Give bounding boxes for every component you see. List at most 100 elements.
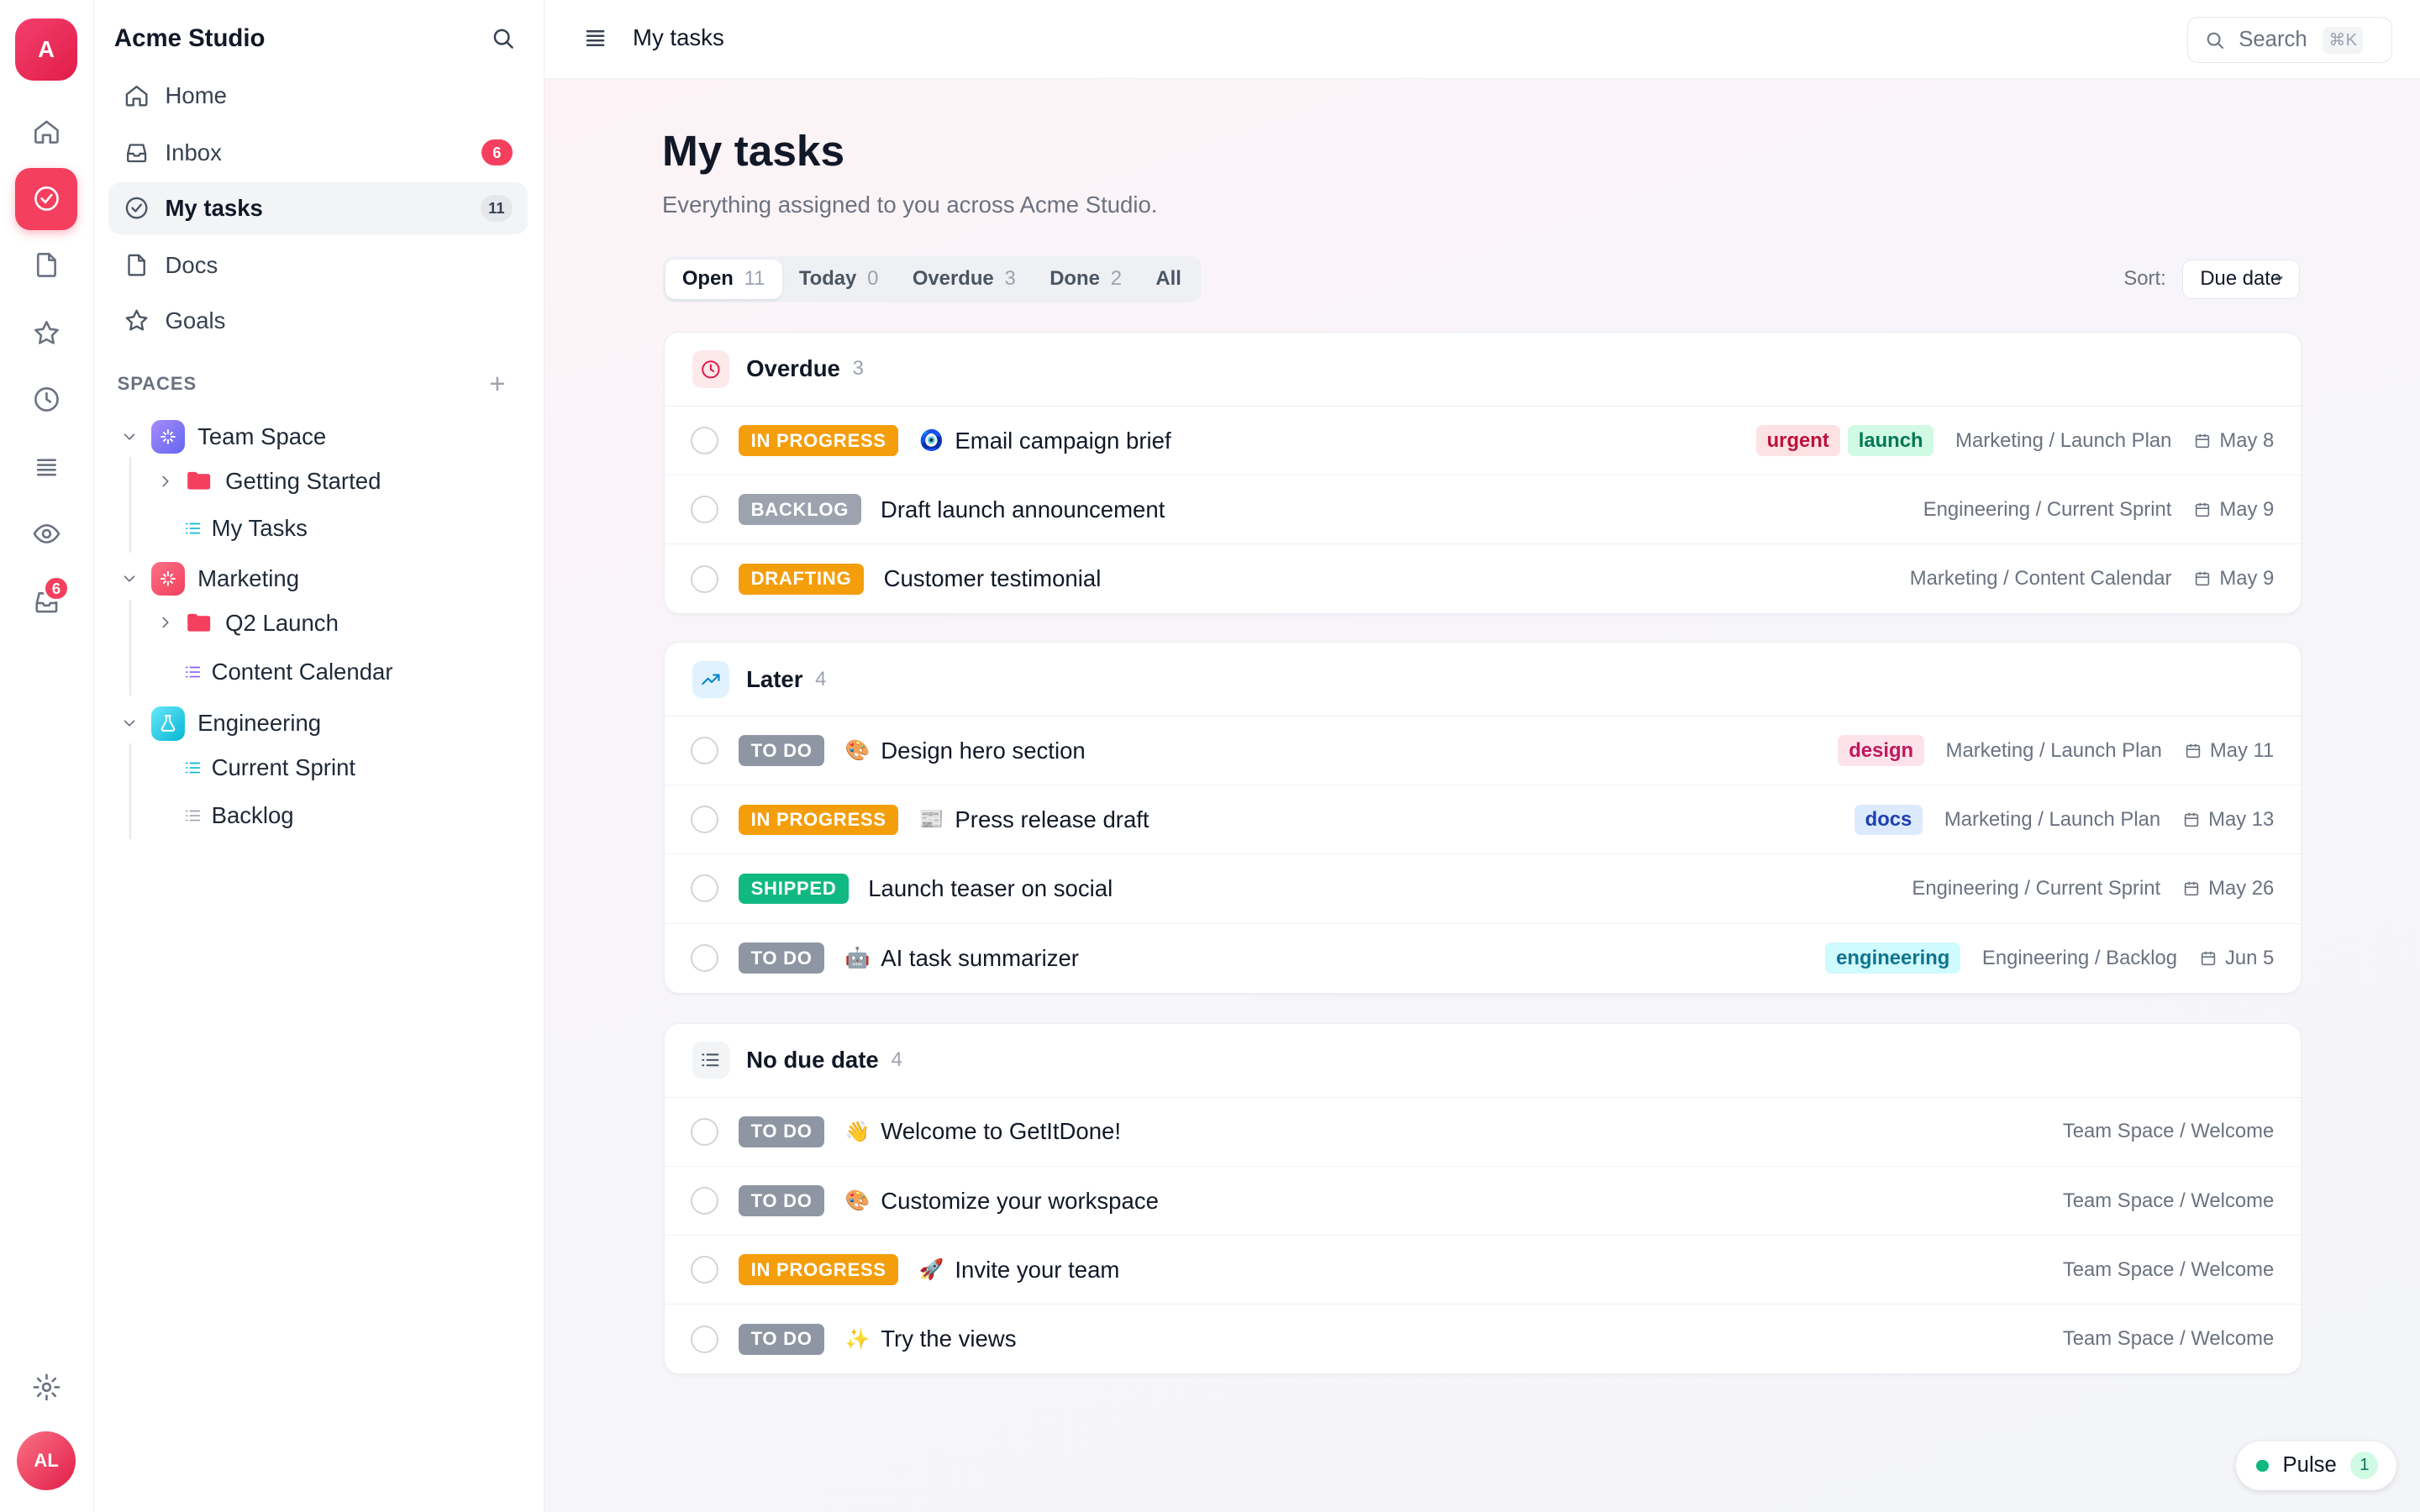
task-location[interactable]: Marketing / Launch Plan [1944,808,2160,832]
task-checkbox[interactable] [691,737,719,765]
status-badge[interactable]: SHIPPED [738,873,850,905]
due-date[interactable]: May 9 [2193,498,2274,522]
global-search-button[interactable]: Search ⌘K [2186,17,2392,64]
task-location[interactable]: Team Space / Welcome [2063,1258,2275,1282]
task-row[interactable]: BACKLOG Draft launch announcement Engineer… [664,475,2301,545]
task-row[interactable]: DRAFTING Customer testimonial Marketing / … [665,544,2301,613]
task-location[interactable]: Engineering / Current Sprint [1923,498,2172,522]
due-date[interactable]: May 13 [2182,808,2274,832]
rail-list[interactable] [15,437,76,498]
status-badge[interactable]: TO DO [738,942,825,974]
user-avatar[interactable]: AL [17,1431,76,1491]
space-team-space[interactable]: Team Space [120,419,326,454]
sidebar-item-inbox[interactable]: Inbox 6 [108,127,529,179]
due-date[interactable]: Jun 5 [2199,947,2274,970]
task-checkbox[interactable] [691,1187,719,1215]
status-badge[interactable]: TO DO [738,1185,825,1216]
task-row[interactable]: TO DO ✨ Try the views Team Space / Welcome [665,1305,2301,1373]
list-current-sprint[interactable]: Current Sprint [184,754,355,781]
workspace-name[interactable]: Acme Studio [114,24,266,53]
task-row[interactable]: TO DO 🎨 Customize your workspace Team Space… [664,1167,2301,1236]
rail-home[interactable] [15,100,76,161]
task-name[interactable]: 🤖 AI task summarizer [845,945,1079,972]
workspace-switcher[interactable]: A [15,18,77,81]
due-date[interactable]: May 8 [2193,429,2274,453]
task-location[interactable]: Team Space / Welcome [2063,1327,2275,1351]
task-row[interactable]: IN PROGRESS 🚀 Invite your team Team Space /… [664,1236,2301,1305]
status-badge[interactable]: TO DO [738,735,825,767]
tag-engineering[interactable]: engineering [1825,942,1961,974]
task-row[interactable]: IN PROGRESS 🧿 Email campaign brief urgent la… [664,407,2301,476]
status-badge[interactable]: TO DO [738,1116,825,1147]
status-badge[interactable]: IN PROGRESS [738,425,899,456]
task-checkbox[interactable] [691,1256,719,1284]
add-space-button[interactable]: + [489,370,505,398]
status-badge[interactable]: TO DO [738,1323,825,1355]
task-location[interactable]: Engineering / Backlog [1982,947,2177,970]
task-location[interactable]: Marketing / Content Calendar [1910,567,2172,591]
group-header[interactable]: Overdue 3 [664,333,2301,407]
due-date[interactable]: May 9 [2193,567,2274,591]
space-marketing[interactable]: Marketing [120,561,299,596]
task-row[interactable]: TO DO 🎨 Design hero section design Marketing… [664,717,2301,786]
rail-goals[interactable] [15,302,76,364]
rail-my-tasks[interactable] [15,168,77,230]
task-name[interactable]: Customer testimonial [884,565,1102,592]
list-backlog[interactable]: Backlog [184,802,294,829]
list-content-calendar[interactable]: Content Calendar [184,659,393,685]
status-badge[interactable]: DRAFTING [738,563,865,595]
task-row[interactable]: IN PROGRESS 📰 Press release draft docs Marke… [664,785,2301,855]
rail-watching[interactable] [15,503,76,564]
task-checkbox[interactable] [691,1325,719,1353]
sidebar-item-my-tasks[interactable]: My tasks 11 [108,181,529,235]
due-date[interactable]: May 11 [2184,739,2274,763]
task-name[interactable]: Launch teaser on social [868,875,1113,902]
list-my-tasks[interactable]: My Tasks [184,515,308,542]
sidebar-item-docs[interactable]: Docs [108,239,529,291]
sidebar-search-button[interactable] [489,24,520,55]
tab-overdue[interactable]: Overdue 3 [896,260,1033,300]
group-header[interactable]: No due date 4 [664,1024,2301,1098]
task-checkbox[interactable] [691,944,719,973]
task-name[interactable]: 🧿 Email campaign brief [919,428,1171,454]
task-checkbox[interactable] [691,564,719,593]
task-checkbox[interactable] [691,874,719,903]
sort-select[interactable]: Due date [2182,259,2300,300]
task-checkbox[interactable] [691,1117,719,1146]
task-name[interactable]: ✨ Try the views [845,1326,1017,1352]
tab-open[interactable]: Open 11 [665,259,782,300]
rail-settings[interactable] [15,1356,76,1417]
folder-q2-launch[interactable]: Q2 Launch [156,610,339,637]
task-location[interactable]: Team Space / Welcome [2063,1189,2275,1213]
sidebar-item-home[interactable]: Home [108,70,529,122]
toggle-sidebar-button[interactable] [581,24,609,52]
folder-getting-started[interactable]: Getting Started [156,468,381,495]
task-checkbox[interactable] [691,496,719,524]
rail-recent[interactable] [15,369,76,430]
status-badge[interactable]: BACKLOG [738,494,861,526]
task-name[interactable]: 📰 Press release draft [919,806,1150,833]
tab-today[interactable]: Today 0 [782,260,896,300]
task-location[interactable]: Marketing / Launch Plan [1955,429,2171,453]
task-checkbox[interactable] [691,427,719,455]
task-row[interactable]: TO DO 👋 Welcome to GetItDone! Team Space / … [664,1098,2301,1167]
due-date[interactable]: May 26 [2182,877,2274,900]
tag-docs[interactable]: docs [1854,804,1923,836]
tab-all[interactable]: All [1139,260,1198,300]
task-row[interactable]: TO DO 🤖 AI task summarizer engineering Engin… [665,924,2301,993]
status-badge[interactable]: IN PROGRESS [738,804,899,836]
tag-design[interactable]: design [1838,735,1924,767]
task-name[interactable]: 🎨 Design hero section [845,738,1086,764]
tag-urgent[interactable]: urgent [1755,425,1840,456]
tag-launch[interactable]: launch [1847,425,1934,456]
status-badge[interactable]: IN PROGRESS [738,1254,899,1285]
task-name[interactable]: 🎨 Customize your workspace [845,1188,1159,1215]
task-row[interactable]: SHIPPED Launch teaser on social Engineerin… [664,854,2301,924]
task-location[interactable]: Team Space / Welcome [2063,1120,2275,1143]
pulse-button[interactable]: Pulse 1 [2236,1441,2397,1491]
task-name[interactable]: Draft launch announcement [881,496,1165,523]
task-name[interactable]: 🚀 Invite your team [919,1257,1120,1284]
tab-done[interactable]: Done 2 [1033,260,1139,300]
group-header[interactable]: Later 4 [664,643,2301,717]
task-name[interactable]: 👋 Welcome to GetItDone! [845,1118,1121,1145]
